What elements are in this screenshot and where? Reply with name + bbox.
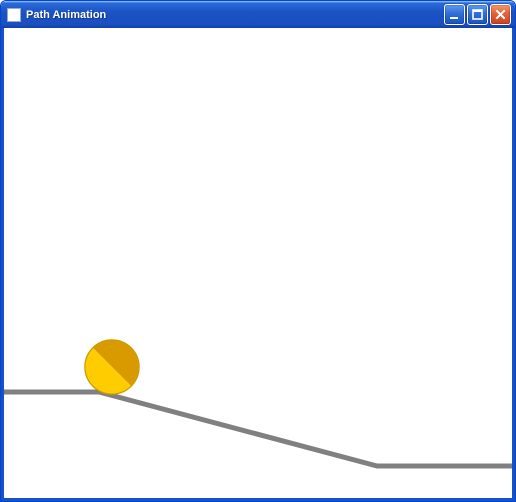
window-title: Path Animation xyxy=(26,9,444,21)
motion-path xyxy=(4,392,512,466)
minimize-icon xyxy=(448,8,461,21)
minimize-button[interactable] xyxy=(444,4,465,25)
animation-canvas xyxy=(4,28,512,498)
client-area xyxy=(1,28,515,501)
application-window: Path Animation xyxy=(0,0,516,502)
window-controls xyxy=(444,4,511,25)
titlebar[interactable]: Path Animation xyxy=(1,1,515,28)
app-icon xyxy=(7,8,21,22)
close-button[interactable] xyxy=(490,4,511,25)
close-icon xyxy=(494,8,507,21)
maximize-icon xyxy=(471,8,484,21)
maximize-button[interactable] xyxy=(467,4,488,25)
